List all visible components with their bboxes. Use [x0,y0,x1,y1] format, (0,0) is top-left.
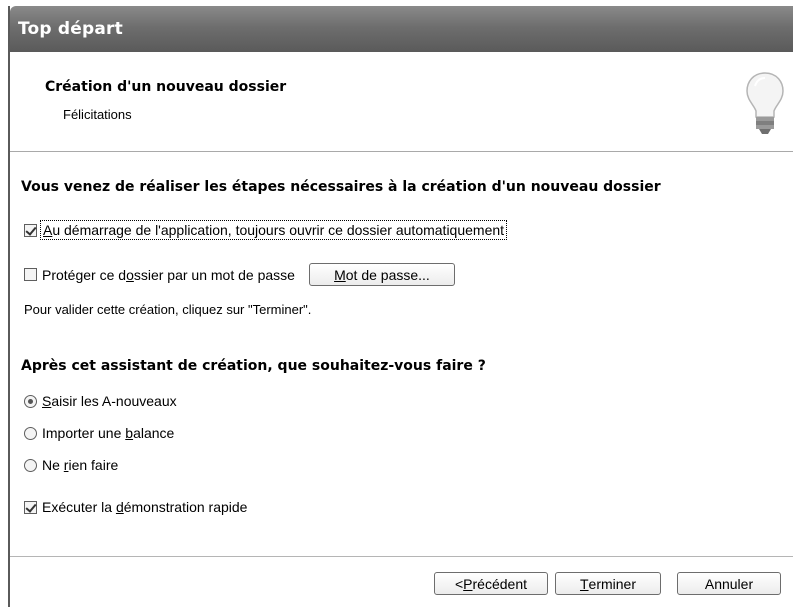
wizard-header: Création d'un nouveau dossier Félicitati… [10,52,793,152]
cancel-button[interactable]: Annuler [677,572,781,595]
password-button[interactable]: Mot de passe... [308,263,455,286]
password-label[interactable]: Protéger ce dossier par un mot de passe [42,267,295,283]
finish-button[interactable]: Terminer [555,572,661,595]
header-title: Création d'un nouveau dossier [45,79,287,95]
demo-label[interactable]: Exécuter la démonstration rapide [42,499,247,515]
window-title: Top départ [18,19,123,39]
demo-option[interactable]: Exécuter la démonstration rapide [24,499,247,515]
password-option[interactable]: Protéger ce dossier par un mot de passe … [24,263,455,286]
option-importer-radio[interactable] [24,426,37,440]
completion-heading: Vous venez de réaliser les étapes nécess… [21,179,661,195]
option-rien[interactable]: Ne rien faire [24,457,118,473]
wizard-footer: < Précédent Terminer Annuler [10,556,793,607]
option-saisir-radio[interactable] [24,394,37,408]
next-step-heading: Après cet assistant de création, que sou… [21,358,486,374]
back-button[interactable]: < Précédent [434,572,548,595]
option-importer[interactable]: Importer une balance [24,425,174,441]
demo-checkbox[interactable] [24,500,37,514]
header-subtitle: Félicitations [63,107,132,122]
lightbulb-icon [746,72,784,134]
password-checkbox[interactable] [24,268,37,281]
option-saisir[interactable]: Saisir les A-nouveaux [24,393,177,409]
wizard-window: Top départ Création d'un nouveau dossier… [8,6,793,607]
validate-instruction: Pour valider cette création, cliquez sur… [24,302,312,317]
wizard-content: Vous venez de réaliser les étapes nécess… [10,152,793,562]
auto-open-label[interactable]: Au démarrage de l'application, toujours … [39,220,508,240]
title-bar[interactable]: Top départ [10,6,793,52]
auto-open-checkbox[interactable] [24,223,37,237]
option-rien-radio[interactable] [24,458,37,472]
auto-open-option[interactable]: Au démarrage de l'application, toujours … [24,220,508,240]
